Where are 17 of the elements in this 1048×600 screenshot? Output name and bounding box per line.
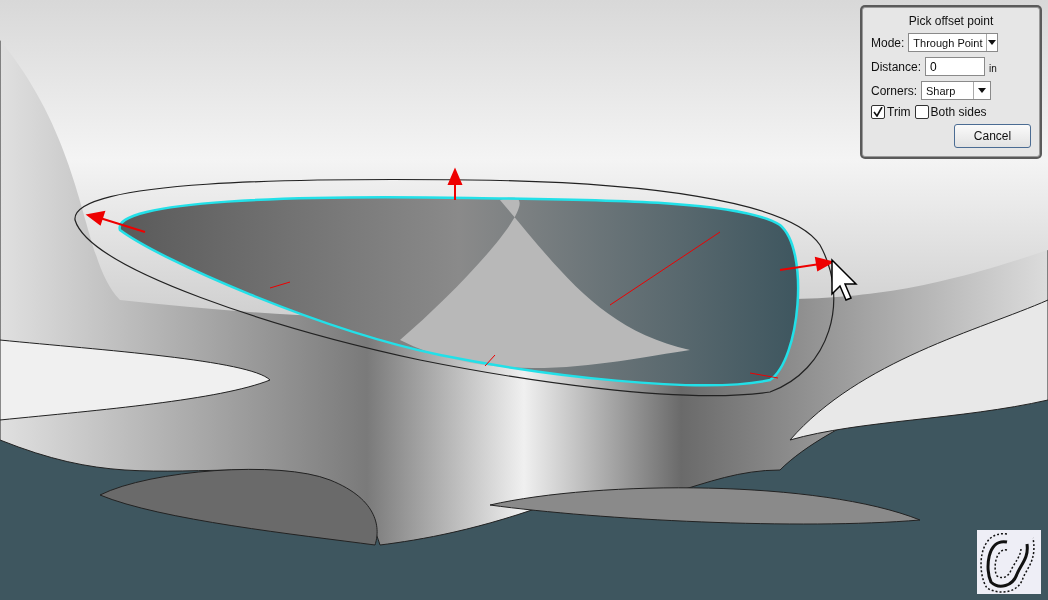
field-label: Corners: bbox=[871, 83, 917, 98]
field-label: Distance: bbox=[871, 59, 922, 74]
distance-field[interactable]: 0 bbox=[925, 57, 986, 76]
mouse-pointer-icon bbox=[830, 258, 858, 302]
field-label: Mode: bbox=[871, 35, 905, 50]
checkbox[interactable] bbox=[871, 105, 885, 119]
caret-icon bbox=[988, 40, 997, 45]
dropdown[interactable]: Through Point bbox=[908, 33, 999, 52]
cancel-button[interactable]: Cancel bbox=[954, 124, 1031, 148]
offset-curve-icon bbox=[977, 530, 1041, 594]
unit-label: in bbox=[989, 63, 997, 74]
caret-icon bbox=[978, 88, 986, 93]
checkbox-label: Trim bbox=[887, 105, 911, 119]
dropdown[interactable]: Sharp bbox=[921, 81, 991, 100]
dialog-title: Pick offset point bbox=[907, 14, 995, 28]
checkbox[interactable] bbox=[914, 105, 929, 119]
checkbox-label: Both sides bbox=[930, 105, 987, 119]
